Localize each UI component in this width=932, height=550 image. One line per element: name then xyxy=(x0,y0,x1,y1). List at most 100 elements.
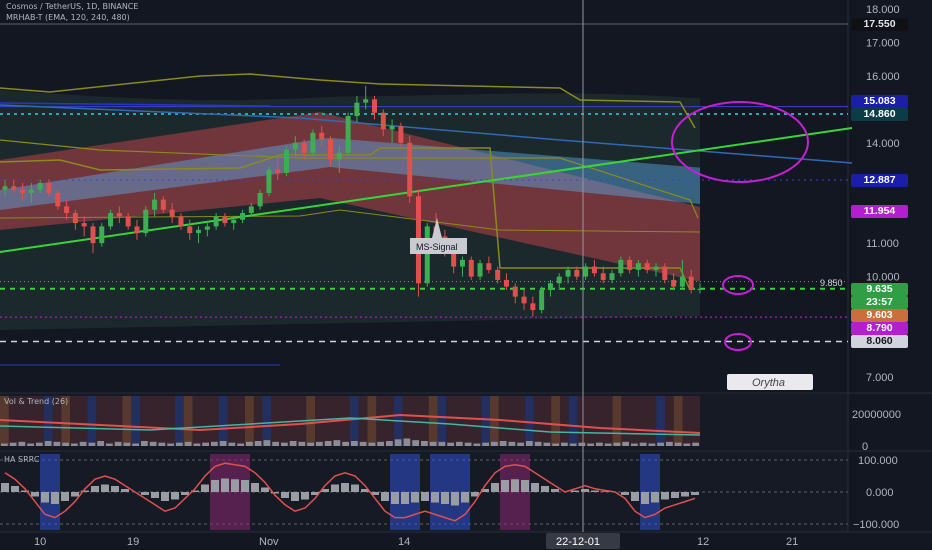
price-tick-label: 18.000 xyxy=(866,4,900,16)
price-badge: 12.887 xyxy=(851,173,908,187)
candle-body xyxy=(196,229,202,234)
osc-histogram-bar xyxy=(91,486,99,492)
volume-bar xyxy=(359,441,367,446)
price-badge: 17.550 xyxy=(851,17,908,31)
candle-body xyxy=(653,266,659,270)
vol-bg-stripe xyxy=(175,396,184,446)
osc-histogram-bar xyxy=(531,483,539,492)
candle-body xyxy=(398,126,404,143)
osc-histogram-bar xyxy=(391,492,399,504)
volume-bar xyxy=(631,443,638,446)
volume-bar xyxy=(639,442,647,446)
price-badge: 23:57 xyxy=(851,296,908,309)
vol-bg-stripe xyxy=(472,396,482,446)
vol-tick-label: 20000000 xyxy=(852,409,901,421)
volume-bar xyxy=(36,442,43,446)
vol-bg-stripe xyxy=(586,396,595,446)
vol-bg-stripe xyxy=(533,396,543,446)
volume-bar xyxy=(79,441,87,446)
volume-bar xyxy=(456,441,463,446)
volume-bar xyxy=(167,443,174,446)
candle-body xyxy=(37,182,43,190)
vol-bg-stripe xyxy=(78,396,88,446)
candle-body xyxy=(204,226,210,230)
osc-histogram-bar xyxy=(431,492,439,503)
volume-bar xyxy=(176,442,183,446)
volume-bar xyxy=(307,442,314,446)
indicator-title: MRHAB-T (EMA, 120, 240, 480) xyxy=(6,13,130,22)
candle-body xyxy=(143,209,149,234)
candle-body xyxy=(503,279,509,287)
candle-body xyxy=(169,209,175,217)
candle-body xyxy=(671,279,677,287)
volume-bar xyxy=(543,442,551,446)
vol-bg-stripe xyxy=(113,396,123,446)
volume-bar xyxy=(464,442,472,446)
volume-bar xyxy=(386,441,393,446)
volume-bar xyxy=(552,443,559,446)
volume-bar xyxy=(333,440,341,446)
price-badge: 14.860 xyxy=(851,108,908,121)
vol-bg-stripe xyxy=(148,396,158,446)
osc-histogram-bar xyxy=(341,483,349,492)
candle-body xyxy=(319,132,325,140)
volume-bar xyxy=(193,443,201,446)
osc-histogram-bar xyxy=(171,492,179,500)
volume-bar xyxy=(254,441,262,446)
candle-body xyxy=(547,283,553,290)
osc-histogram-bar xyxy=(331,484,339,492)
volume-bar xyxy=(517,442,524,446)
vol-bg-stripe xyxy=(166,396,175,446)
osc-histogram-bar xyxy=(401,492,409,504)
candle-body xyxy=(11,186,17,190)
osc-histogram-bar xyxy=(501,480,509,492)
vol-bg-stripe xyxy=(367,396,377,446)
candle-body xyxy=(662,266,668,280)
osc-histogram-bar xyxy=(581,489,589,492)
candle-body xyxy=(336,152,342,160)
candle-body xyxy=(574,269,580,277)
candle-body xyxy=(530,303,536,311)
volume-bar xyxy=(377,441,384,446)
volume-bar xyxy=(298,441,306,446)
price-tick-label: 11.000 xyxy=(866,238,899,250)
osc-histogram-bar xyxy=(51,492,59,504)
volume-bar xyxy=(508,441,516,446)
ms-signal-label: MS-Signal xyxy=(416,242,458,252)
vol-bg-stripe xyxy=(647,396,657,446)
volume-bar xyxy=(412,440,419,446)
candle-body xyxy=(600,273,606,280)
vol-bg-stripe xyxy=(621,396,630,446)
candle-body xyxy=(213,216,219,227)
candle-body xyxy=(512,286,518,297)
vol-bg-stripe xyxy=(542,396,552,446)
volume-bar xyxy=(447,442,454,446)
vol-bg-stripe xyxy=(665,396,674,446)
candle-body xyxy=(116,213,122,217)
candle-body xyxy=(310,132,316,153)
osc-histogram-bar xyxy=(251,483,259,492)
osc-histogram-bar xyxy=(161,492,169,501)
candle-body xyxy=(301,142,307,153)
osc-histogram-bar xyxy=(651,492,659,503)
candle-body xyxy=(477,263,483,277)
candle-body xyxy=(275,169,281,173)
vol-bg-stripe xyxy=(245,396,254,446)
volume-bar xyxy=(219,441,227,446)
vol-bg-stripe xyxy=(691,396,700,446)
osc-histogram-bar xyxy=(631,492,639,501)
vol-bg-stripe xyxy=(638,396,648,446)
volume-bar xyxy=(114,441,122,446)
osc-histogram-bar xyxy=(281,492,289,498)
osc-tick-label: −100.000 xyxy=(853,519,899,531)
osc-histogram-bar xyxy=(151,492,159,498)
trading-chart[interactable]: MS-Signal 9.850 Orytha 18.000 17.000 16.000 14… xyxy=(0,0,932,550)
volume-bar xyxy=(62,442,69,446)
volume-bar xyxy=(587,443,594,446)
candle-body xyxy=(539,289,545,311)
symbol-title: Cosmos / TetherUS, 1D, BINANCE xyxy=(6,2,139,11)
volume-bar xyxy=(499,441,507,446)
price-badge: 9.603 xyxy=(851,309,908,322)
candle-body xyxy=(679,276,685,287)
candle-body xyxy=(2,186,8,190)
